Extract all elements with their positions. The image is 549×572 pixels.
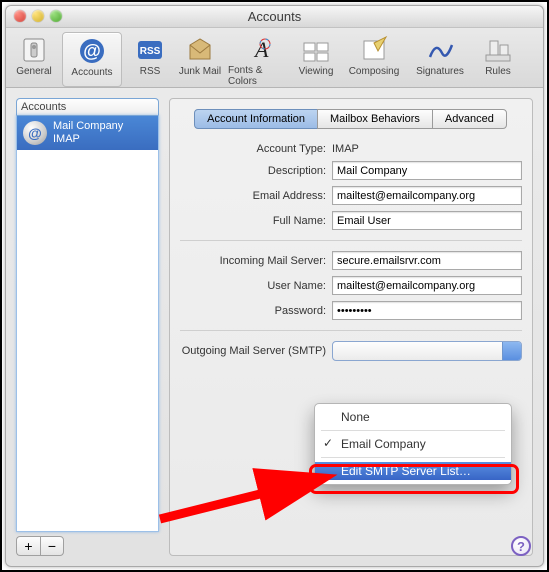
svg-text:@: @ bbox=[83, 41, 101, 61]
composing-icon bbox=[357, 34, 391, 66]
at-icon: @ bbox=[23, 121, 47, 145]
username-label: User Name: bbox=[180, 280, 332, 292]
description-label: Description: bbox=[180, 165, 332, 177]
incoming-label: Incoming Mail Server: bbox=[180, 255, 332, 267]
email-field[interactable] bbox=[332, 186, 522, 205]
smtp-label: Outgoing Mail Server (SMTP) bbox=[180, 345, 332, 357]
smtp-server-dropdown[interactable] bbox=[332, 341, 522, 361]
window-title: Accounts bbox=[248, 9, 301, 24]
close-window-button[interactable] bbox=[14, 10, 26, 22]
titlebar: Accounts bbox=[6, 6, 543, 28]
toolbar-rules[interactable]: Rules bbox=[476, 32, 520, 87]
toolbar-viewing[interactable]: Viewing bbox=[294, 32, 338, 87]
username-field[interactable] bbox=[332, 276, 522, 295]
incoming-server-field[interactable] bbox=[332, 251, 522, 270]
account-name: Mail Company bbox=[53, 120, 123, 133]
svg-text:RSS: RSS bbox=[140, 46, 161, 57]
fonts-colors-icon: A bbox=[241, 34, 275, 65]
toolbar-general[interactable]: General bbox=[12, 32, 56, 87]
smtp-option-none[interactable]: None bbox=[315, 408, 511, 426]
at-icon: @ bbox=[75, 35, 109, 67]
fullname-field[interactable] bbox=[332, 211, 522, 230]
help-button[interactable]: ? bbox=[511, 536, 531, 556]
popup-separator bbox=[321, 457, 505, 458]
smtp-popup-menu: None Email Company Edit SMTP Server List… bbox=[314, 403, 512, 485]
account-type-value: IMAP bbox=[332, 143, 522, 155]
signatures-icon bbox=[423, 34, 457, 66]
smtp-option-email-company[interactable]: Email Company bbox=[315, 435, 511, 453]
toolbar-signatures[interactable]: Signatures bbox=[410, 32, 470, 87]
accounts-list[interactable]: @ Mail Company IMAP bbox=[16, 115, 159, 532]
toolbar-junkmail[interactable]: Junk Mail bbox=[178, 32, 222, 87]
rss-icon: RSS bbox=[133, 34, 167, 66]
viewing-icon bbox=[299, 34, 333, 66]
description-field[interactable] bbox=[332, 161, 522, 180]
zoom-window-button[interactable] bbox=[50, 10, 62, 22]
fullname-label: Full Name: bbox=[180, 215, 332, 227]
account-list-item[interactable]: @ Mail Company IMAP bbox=[17, 116, 158, 150]
separator bbox=[180, 240, 522, 241]
email-label: Email Address: bbox=[180, 190, 332, 202]
remove-account-button[interactable]: − bbox=[40, 536, 64, 556]
accounts-header: Accounts bbox=[16, 98, 159, 115]
minimize-window-button[interactable] bbox=[32, 10, 44, 22]
toolbar-composing[interactable]: Composing bbox=[344, 32, 404, 87]
password-label: Password: bbox=[180, 305, 332, 317]
tab-mailbox-behaviors[interactable]: Mailbox Behaviors bbox=[317, 109, 433, 129]
popup-separator bbox=[321, 430, 505, 431]
rules-icon bbox=[481, 34, 515, 66]
tab-advanced[interactable]: Advanced bbox=[432, 109, 507, 129]
account-detail-pane: Account Information Mailbox Behaviors Ad… bbox=[169, 98, 533, 556]
add-account-button[interactable]: + bbox=[16, 536, 40, 556]
toolbar: General @ Accounts RSS RSS Junk Mail bbox=[6, 28, 543, 88]
account-type: IMAP bbox=[53, 133, 123, 146]
toolbar-fonts-colors[interactable]: A Fonts & Colors bbox=[228, 32, 288, 87]
toolbar-accounts[interactable]: @ Accounts bbox=[62, 32, 122, 87]
separator bbox=[180, 330, 522, 331]
switch-icon bbox=[17, 34, 51, 66]
smtp-option-edit-list[interactable]: Edit SMTP Server List… bbox=[315, 462, 511, 480]
password-field[interactable] bbox=[332, 301, 522, 320]
junk-mail-icon bbox=[183, 34, 217, 66]
toolbar-rss[interactable]: RSS RSS bbox=[128, 32, 172, 87]
tab-account-information[interactable]: Account Information bbox=[194, 109, 318, 129]
account-type-label: Account Type: bbox=[180, 143, 332, 155]
